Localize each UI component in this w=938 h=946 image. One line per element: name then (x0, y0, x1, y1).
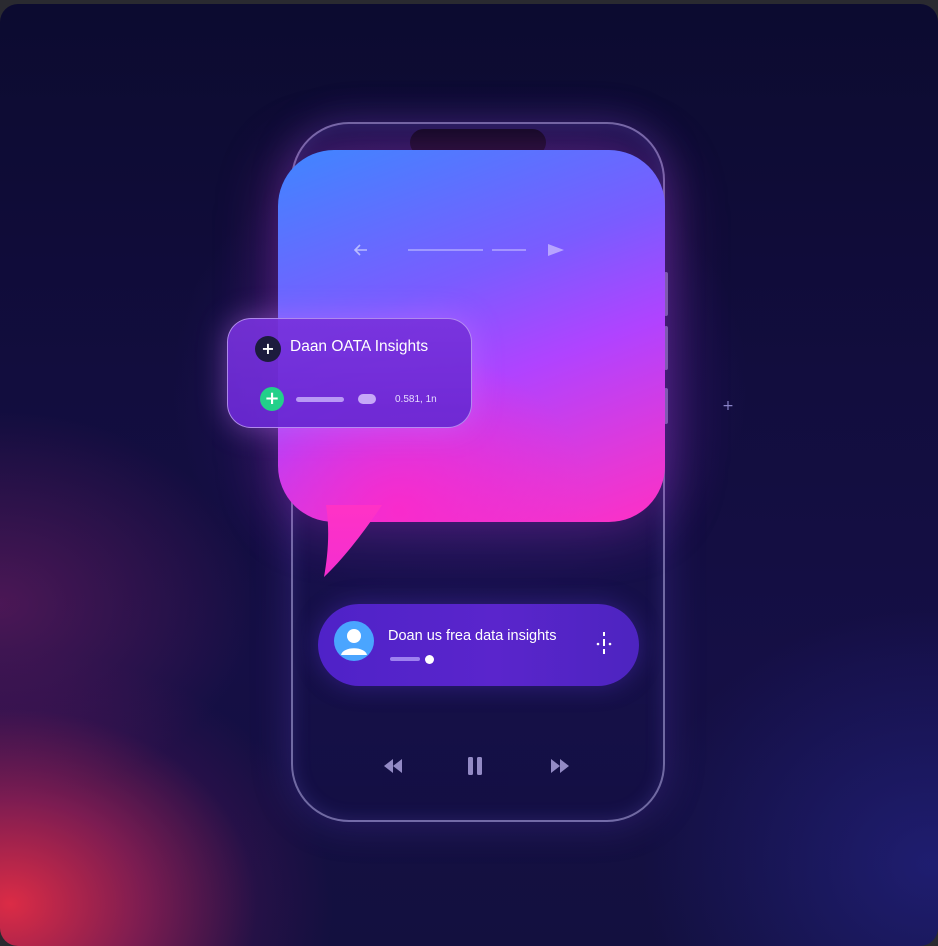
insight-card[interactable] (227, 318, 472, 428)
plus-circle-dark-icon[interactable]: + (255, 336, 281, 362)
arrow-right-icon[interactable] (548, 244, 564, 256)
card-meta-value: 0.581, 1n (395, 394, 437, 405)
plus-circle-green-icon[interactable]: + (260, 387, 284, 411)
user-avatar-icon[interactable] (334, 621, 374, 661)
card-progress-bar (296, 397, 344, 402)
fast-forward-icon[interactable] (546, 755, 572, 777)
arrow-left-icon[interactable] (353, 244, 367, 256)
card-title: Daan OATA Insights (290, 338, 429, 355)
sparkle-icon: + (722, 398, 734, 414)
microphone-icon[interactable] (594, 630, 614, 656)
message-audio-knob[interactable] (425, 655, 434, 664)
rewind-icon[interactable] (381, 755, 407, 777)
card-toggle-pill[interactable] (358, 394, 376, 404)
pause-icon[interactable] (462, 755, 488, 777)
message-text: Doan us frea data insights (388, 628, 557, 644)
message-audio-track[interactable] (390, 657, 420, 661)
